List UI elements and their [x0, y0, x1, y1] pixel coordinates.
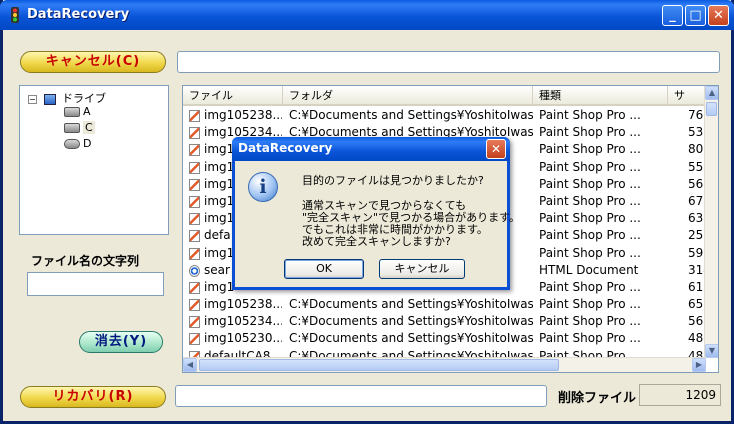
cell-type: Paint Shop Pro ...: [539, 159, 641, 174]
table-row[interactable]: img105230... C:¥Documents and Settings¥Yo…: [183, 330, 706, 347]
cell-file: img105230...: [204, 331, 282, 346]
cell-file: img105238...: [204, 108, 282, 122]
tree-item-d[interactable]: D: [64, 137, 91, 150]
column-header-folder[interactable]: フォルダ: [283, 86, 533, 106]
traffic-light-icon: [11, 7, 19, 23]
cancel-scan-button[interactable]: キャンセル(C): [20, 51, 166, 73]
ok-button[interactable]: OK: [284, 259, 364, 279]
computer-icon: [43, 93, 56, 105]
drive-label: A: [83, 105, 91, 118]
dialog-title: DataRecovery: [238, 141, 333, 155]
image-file-icon: [189, 230, 200, 243]
image-file-icon: [189, 195, 200, 208]
cell-type: Paint Shop Pro ...: [539, 331, 641, 346]
tree-item-c[interactable]: C: [64, 121, 95, 134]
cd-drive-icon: [64, 139, 80, 149]
close-button[interactable]: ✕: [708, 5, 729, 26]
horizontal-scroll-thumb[interactable]: [199, 359, 559, 371]
table-row[interactable]: img105238... C:¥Documents and Settings¥Yo…: [183, 107, 706, 124]
cell-folder: C:¥Documents and Settings¥YoshitoIwas...: [289, 297, 533, 312]
recover-button[interactable]: リカバリ(R): [20, 386, 166, 408]
dialog-title-bar[interactable]: DataRecovery ✕: [232, 137, 510, 161]
dialog-message-line: 改めて完全スキャンしますか?: [302, 235, 451, 248]
image-file-icon: [189, 127, 200, 140]
cell-folder: C:¥Documents and Settings¥YoshitoIwas...: [289, 314, 533, 329]
deleted-files-label: 削除ファイル: [558, 391, 637, 406]
collapse-icon[interactable]: −: [28, 94, 37, 104]
drive-tree[interactable]: − ドライブ A C D: [19, 85, 169, 235]
list-header: ファイル フォルダ 種類 サ: [183, 86, 706, 106]
confirm-dialog: DataRecovery ✕ i 目的のファイルは見つかりましたか? 通常スキャ…: [232, 137, 520, 290]
cell-type: Paint Shop Pro ...: [539, 142, 641, 157]
image-file-icon: [189, 161, 200, 174]
image-file-icon: [189, 247, 200, 260]
table-row[interactable]: img105238... C:¥Documents and Settings¥Yo…: [183, 296, 706, 313]
column-header-file[interactable]: ファイル: [183, 86, 283, 106]
scroll-left-icon[interactable]: ◀: [183, 358, 197, 372]
cell-type: Paint Shop Pro ...: [539, 193, 641, 208]
cell-type: Paint Shop Pro ...: [539, 228, 641, 243]
dialog-close-icon[interactable]: ✕: [486, 139, 506, 159]
dialog-question: 目的のファイルは見つかりましたか?: [302, 174, 484, 187]
tree-item-a[interactable]: A: [64, 105, 91, 118]
drive-label: D: [83, 137, 92, 150]
cell-folder: C:¥Documents and Settings¥YoshitoIwas...: [289, 331, 533, 346]
tree-root-label: ドライブ: [62, 92, 106, 105]
maximize-button[interactable]: □: [685, 5, 706, 26]
image-file-icon: [189, 281, 200, 294]
cell-file: img105234...: [204, 314, 282, 329]
recovery-path-field[interactable]: [175, 385, 547, 407]
image-file-icon: [189, 178, 200, 191]
deleted-files-count: 1209: [639, 384, 721, 406]
html-file-icon: [189, 264, 200, 277]
image-file-icon: [189, 316, 200, 329]
cell-type: Paint Shop Pro ...: [539, 297, 641, 312]
minimize-button[interactable]: _: [662, 5, 683, 26]
filename-filter-input[interactable]: [27, 272, 164, 296]
scroll-right-icon[interactable]: ▶: [692, 358, 706, 372]
horizontal-scrollbar[interactable]: ◀ ▶: [183, 357, 706, 372]
status-field[interactable]: [177, 51, 720, 73]
image-file-icon: [189, 299, 200, 312]
cell-folder: C:¥Documents and Settings¥YoshitoIwas...: [289, 108, 533, 122]
main-window: DataRecovery _ □ ✕ キャンセル(C) − ドライブ A C D…: [0, 0, 734, 424]
column-header-type[interactable]: 種類: [533, 86, 668, 106]
scroll-up-icon[interactable]: ▲: [705, 86, 718, 100]
column-header-size[interactable]: サ: [668, 86, 706, 106]
image-file-icon: [189, 213, 200, 226]
image-file-icon: [189, 110, 200, 122]
cell-type: Paint Shop Pro ...: [539, 211, 641, 226]
drive-icon: [64, 107, 80, 117]
cell-type: Paint Shop Pro ...: [539, 279, 641, 294]
tree-root[interactable]: − ドライブ: [28, 90, 106, 106]
image-file-icon: [189, 144, 200, 157]
window-title: DataRecovery: [27, 7, 130, 22]
drive-label: C: [83, 121, 95, 134]
table-row[interactable]: img105234... C:¥Documents and Settings¥Yo…: [183, 313, 706, 330]
drive-icon: [64, 123, 80, 133]
cell-type: Paint Shop Pro ...: [539, 108, 641, 122]
cell-type: Paint Shop Pro ...: [539, 245, 641, 260]
cell-type: Paint Shop Pro ...: [539, 314, 641, 329]
dialog-cancel-button[interactable]: キャンセル: [379, 259, 465, 279]
filename-filter-label: ファイル名の文字列: [31, 254, 140, 268]
title-bar[interactable]: DataRecovery _ □ ✕: [0, 0, 734, 30]
scroll-down-icon[interactable]: ▼: [705, 344, 718, 358]
cell-type: Paint Shop Pro ...: [539, 176, 641, 191]
cell-type: Paint Shop Pro ...: [539, 125, 641, 140]
image-file-icon: [189, 333, 200, 346]
info-icon: i: [248, 172, 278, 202]
cell-type: HTML Document: [539, 262, 639, 277]
vertical-scroll-thumb[interactable]: [706, 102, 717, 116]
vertical-scrollbar[interactable]: ▲ ▼: [704, 86, 718, 358]
cell-file: img105238...: [204, 297, 282, 312]
clear-button[interactable]: 消去(Y): [79, 331, 163, 353]
